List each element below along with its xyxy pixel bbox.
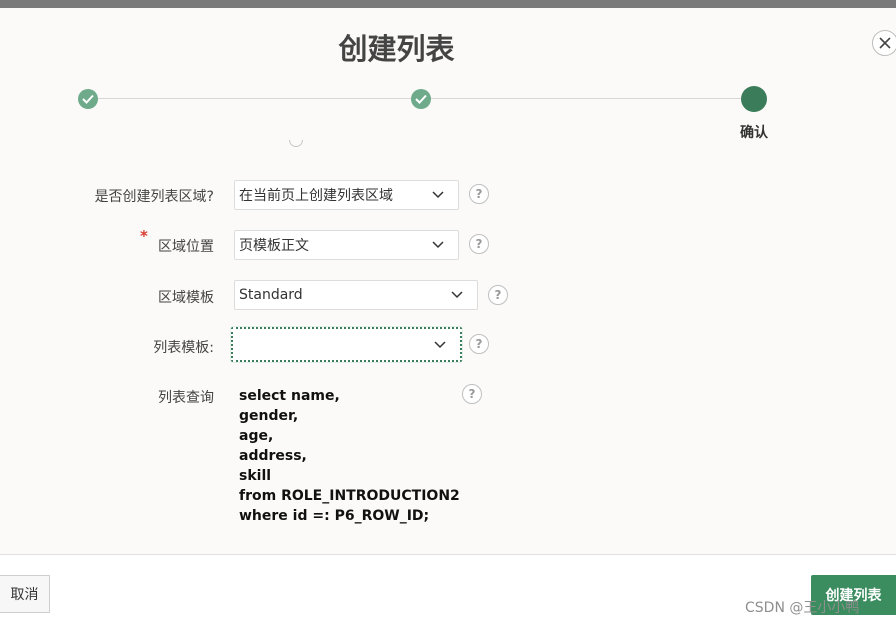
- required-indicator: *: [140, 227, 148, 245]
- region-position-label: 区域位置: [158, 239, 214, 255]
- help-icon[interactable]: ?: [469, 234, 489, 254]
- chevron-down-icon: [432, 337, 448, 353]
- list-query-label: 列表查询: [158, 390, 214, 406]
- region-position-select[interactable]: 页模板正文: [234, 230, 459, 260]
- close-button[interactable]: [872, 30, 896, 56]
- chevron-down-icon: [449, 287, 465, 303]
- help-icon[interactable]: ?: [469, 334, 489, 354]
- chevron-down-icon: [430, 237, 446, 253]
- region-template-value: Standard: [239, 287, 303, 303]
- help-icon[interactable]: ?: [488, 285, 508, 305]
- help-icon[interactable]: ?: [469, 184, 489, 204]
- list-template-label: 列表模板:: [153, 340, 214, 356]
- check-icon: [82, 94, 94, 104]
- wizard-step-3-current: [741, 86, 767, 112]
- region-position-value: 页模板正文: [239, 238, 309, 254]
- check-icon: [415, 94, 427, 104]
- window-top-bar: [0, 0, 896, 8]
- create-region-select[interactable]: 在当前页上创建列表区域: [234, 180, 459, 210]
- chevron-down-icon: [430, 187, 446, 203]
- list-query-sql: select name, gender, age, address, skill…: [239, 388, 460, 524]
- scroll-indicator-icon: [288, 140, 306, 154]
- help-icon[interactable]: ?: [462, 384, 482, 404]
- list-template-select[interactable]: [231, 327, 462, 362]
- create-region-value: 在当前页上创建列表区域: [239, 188, 393, 204]
- close-icon: [879, 37, 891, 49]
- dialog-title: 创建列表: [338, 32, 455, 66]
- wizard-step-2: [411, 89, 431, 109]
- create-region-label: 是否创建列表区域?: [94, 189, 214, 205]
- region-template-label: 区域模板: [158, 290, 214, 306]
- region-template-select[interactable]: Standard: [234, 280, 478, 310]
- watermark-text: CSDN @王小小鸭: [745, 600, 860, 616]
- wizard-step-1: [78, 89, 98, 109]
- wizard-step-3-label: 确认: [740, 125, 768, 141]
- cancel-button[interactable]: 取消: [0, 575, 50, 613]
